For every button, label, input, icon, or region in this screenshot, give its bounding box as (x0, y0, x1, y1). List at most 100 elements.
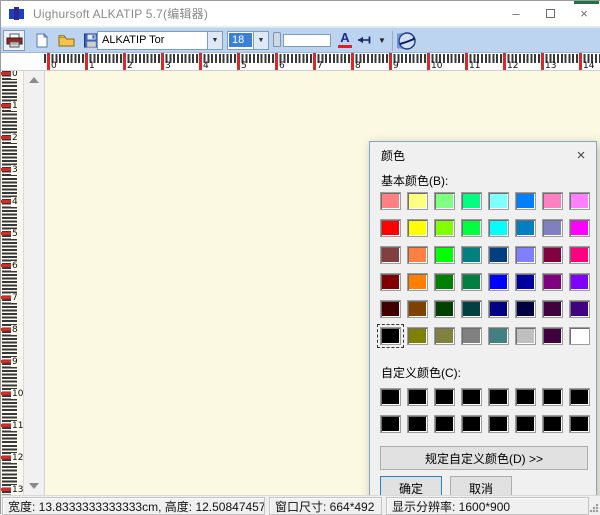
color-swatch[interactable] (434, 327, 455, 345)
ruler-number: 7 (317, 61, 323, 71)
color-swatch[interactable] (434, 219, 455, 237)
print-button[interactable] (3, 30, 25, 51)
vertical-scrollbar[interactable] (23, 71, 45, 495)
direction-dropdown-button[interactable]: ▼ (375, 36, 389, 46)
color-swatch[interactable] (461, 219, 482, 237)
color-swatch[interactable] (461, 300, 482, 318)
color-swatch[interactable] (380, 388, 401, 406)
color-swatch[interactable] (569, 327, 590, 345)
color-swatch[interactable] (407, 415, 428, 433)
minimize-button[interactable]: – (499, 1, 533, 27)
color-swatch[interactable] (380, 219, 401, 237)
color-swatch[interactable] (380, 273, 401, 291)
ruler-number: 8 (355, 61, 361, 71)
color-swatch[interactable] (515, 219, 536, 237)
color-swatch[interactable] (434, 300, 455, 318)
color-swatch[interactable] (380, 246, 401, 264)
color-swatch[interactable] (407, 273, 428, 291)
color-swatch[interactable] (515, 246, 536, 264)
color-swatch[interactable] (569, 246, 590, 264)
open-file-button[interactable] (58, 30, 75, 51)
color-swatch[interactable] (434, 415, 455, 433)
color-swatch[interactable] (434, 192, 455, 210)
color-swatch[interactable] (515, 327, 536, 345)
color-swatch[interactable] (380, 192, 401, 210)
color-swatch[interactable] (542, 273, 563, 291)
font-color-button[interactable]: A (336, 31, 354, 50)
color-dialog-titlebar[interactable]: 颜色 × (370, 142, 596, 168)
color-swatch[interactable] (380, 327, 401, 345)
color-swatch[interactable] (515, 192, 536, 210)
color-swatch[interactable] (461, 246, 482, 264)
color-swatch[interactable] (515, 273, 536, 291)
color-swatch[interactable] (569, 273, 590, 291)
color-swatch[interactable] (380, 300, 401, 318)
color-swatch[interactable] (461, 388, 482, 406)
color-swatch[interactable] (515, 300, 536, 318)
status-bar: 宽度: 13.8333333333333cm, 高度: 12.508474576… (1, 495, 600, 515)
ruler-number: 2 (127, 61, 133, 71)
color-swatch[interactable] (569, 415, 590, 433)
ruler-number: 10 (431, 61, 442, 71)
font-size-dropdown-icon[interactable]: ▼ (253, 32, 268, 49)
color-swatch[interactable] (569, 219, 590, 237)
scroll-up-icon[interactable] (29, 77, 39, 83)
scroll-down-icon[interactable] (29, 483, 39, 489)
dialog-close-button[interactable]: × (566, 142, 596, 168)
color-swatch[interactable] (569, 300, 590, 318)
color-swatch[interactable] (434, 246, 455, 264)
help-globe-button[interactable] (397, 31, 417, 51)
color-swatch[interactable] (569, 388, 590, 406)
ruler-number: 7 (11, 293, 19, 303)
horizontal-ruler: 01234567891011121314 (1, 53, 600, 71)
color-swatch[interactable] (488, 327, 509, 345)
resize-grip[interactable] (589, 503, 599, 513)
color-swatch[interactable] (488, 388, 509, 406)
ruler-number: 10 (11, 389, 23, 399)
new-document-button[interactable] (33, 30, 50, 51)
color-swatch[interactable] (515, 415, 536, 433)
color-swatch[interactable] (434, 388, 455, 406)
color-swatch[interactable] (542, 388, 563, 406)
zoom-value-box[interactable] (283, 34, 331, 47)
color-swatch[interactable] (488, 246, 509, 264)
color-swatch[interactable] (542, 300, 563, 318)
color-swatch[interactable] (515, 388, 536, 406)
ruler-number: 2 (11, 133, 19, 143)
maximize-button[interactable] (533, 1, 567, 27)
color-swatch[interactable] (488, 273, 509, 291)
font-family-combobox[interactable]: ALKATIP Tor ▼ (97, 31, 223, 50)
ruler-major-tick (389, 53, 392, 70)
color-swatch[interactable] (407, 192, 428, 210)
color-swatch[interactable] (461, 273, 482, 291)
color-swatch[interactable] (434, 273, 455, 291)
color-swatch[interactable] (488, 192, 509, 210)
color-swatch[interactable] (407, 388, 428, 406)
close-button[interactable]: × (567, 1, 600, 27)
color-swatch[interactable] (407, 327, 428, 345)
font-color-swatch (338, 45, 352, 48)
color-swatch[interactable] (461, 327, 482, 345)
color-swatch[interactable] (461, 415, 482, 433)
color-swatch[interactable] (461, 192, 482, 210)
text-direction-button[interactable] (356, 33, 372, 48)
color-swatch[interactable] (542, 192, 563, 210)
color-swatch[interactable] (407, 219, 428, 237)
color-swatch[interactable] (380, 415, 401, 433)
color-swatch[interactable] (569, 192, 590, 210)
color-swatch[interactable] (542, 246, 563, 264)
font-size-combobox[interactable]: 18 ▼ (227, 31, 269, 50)
color-swatch[interactable] (488, 300, 509, 318)
color-swatch[interactable] (488, 415, 509, 433)
color-swatch[interactable] (407, 246, 428, 264)
color-swatch[interactable] (488, 219, 509, 237)
define-custom-colors-button[interactable]: 规定自定义颜色(D) >> (380, 446, 588, 470)
color-swatch[interactable] (542, 219, 563, 237)
color-swatch[interactable] (542, 415, 563, 433)
ruler-number: 1 (11, 101, 19, 111)
zoom-slider-thumb[interactable] (273, 32, 281, 47)
color-swatch[interactable] (407, 300, 428, 318)
color-swatch[interactable] (542, 327, 563, 345)
font-family-dropdown-icon[interactable]: ▼ (207, 32, 222, 49)
ruler-number: 4 (11, 197, 19, 207)
